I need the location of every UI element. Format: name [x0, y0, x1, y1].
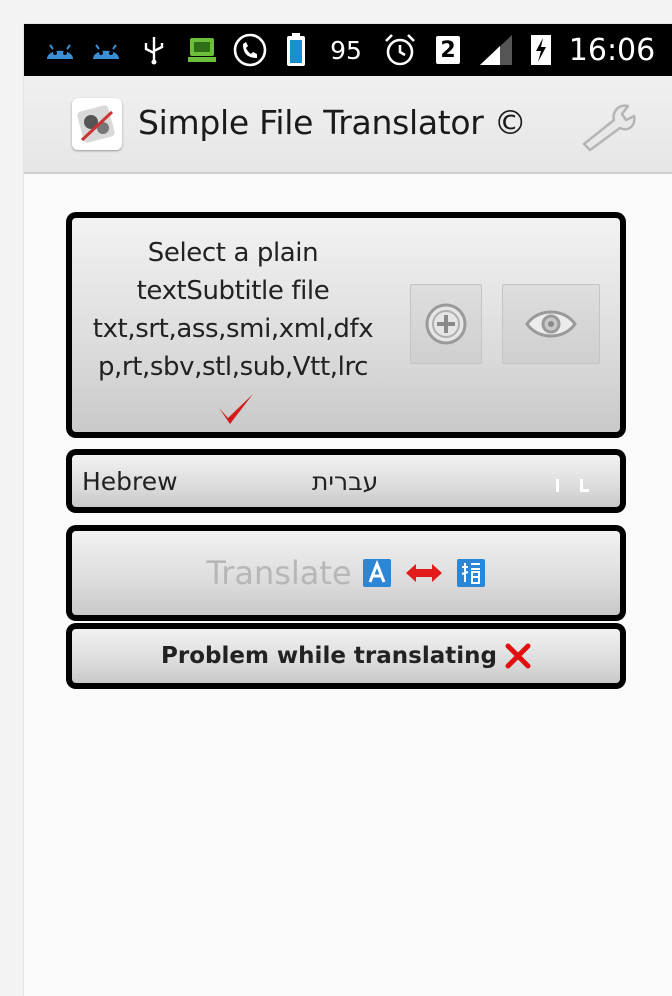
signal-icon: [476, 24, 516, 76]
translate-label: Translate: [206, 554, 352, 592]
add-file-button[interactable]: [410, 284, 482, 364]
battery-icon: [282, 24, 310, 76]
usb-icon: [140, 24, 168, 76]
phone-screen: 95 2 16:06 Simple File Translator © Sele…: [24, 24, 672, 996]
battery-level: 95: [330, 35, 362, 65]
android-icon: [88, 24, 124, 76]
plus-circle-icon: [425, 303, 467, 345]
dropdown-indicator-icon: [552, 477, 592, 493]
view-file-button[interactable]: [502, 284, 600, 364]
file-select-line: textSubtitle file: [136, 276, 330, 306]
wrench-icon: [582, 104, 636, 152]
status-bar: 95 2 16:06: [24, 24, 672, 76]
file-select-panel[interactable]: Select a plain textSubtitle file txt,srt…: [72, 218, 620, 432]
cjk-character-icon: [456, 559, 485, 587]
clock: 16:06: [568, 32, 656, 68]
app-notification-icon: [184, 24, 220, 76]
double-arrow-icon: [405, 564, 442, 582]
status-row: Problem while translating: [72, 629, 620, 683]
status-panel: Problem while translating: [72, 629, 620, 683]
charging-icon: [528, 24, 554, 76]
file-select-line: p,rt,sbv,stl,sub,Vtt,lrc: [97, 352, 369, 382]
language-name: Hebrew: [82, 467, 178, 496]
page-title: Simple File Translator ©: [138, 103, 527, 142]
x-mark-icon: [505, 643, 531, 669]
translate-card: Translate: [66, 525, 626, 621]
letter-a-icon: [362, 559, 391, 587]
translate-button[interactable]: Translate: [72, 531, 620, 615]
status-message: Problem while translating: [161, 643, 497, 669]
language-spinner[interactable]: Hebrew עברית: [72, 455, 620, 507]
android-icon: [42, 24, 78, 76]
eye-icon: [525, 310, 577, 338]
translator-app-icon: [72, 98, 122, 150]
alarm-icon: [380, 24, 420, 76]
file-select-text: Select a plain textSubtitle file txt,srt…: [78, 234, 388, 386]
checkmark-icon: [216, 390, 256, 426]
language-card: Hebrew עברית: [66, 449, 626, 513]
status-card: Problem while translating: [66, 623, 626, 689]
settings-button[interactable]: [576, 100, 646, 152]
sim-slot: 2: [440, 37, 456, 63]
translate-row: Translate: [72, 531, 620, 615]
file-select-card: Select a plain textSubtitle file txt,srt…: [66, 212, 626, 438]
action-bar: Simple File Translator ©: [24, 76, 672, 174]
language-native-name: עברית: [312, 467, 379, 496]
file-select-line: Select a plain: [147, 238, 319, 268]
phone-call-icon: [230, 24, 270, 76]
file-select-line: txt,srt,ass,smi,xml,dfx: [92, 314, 374, 344]
